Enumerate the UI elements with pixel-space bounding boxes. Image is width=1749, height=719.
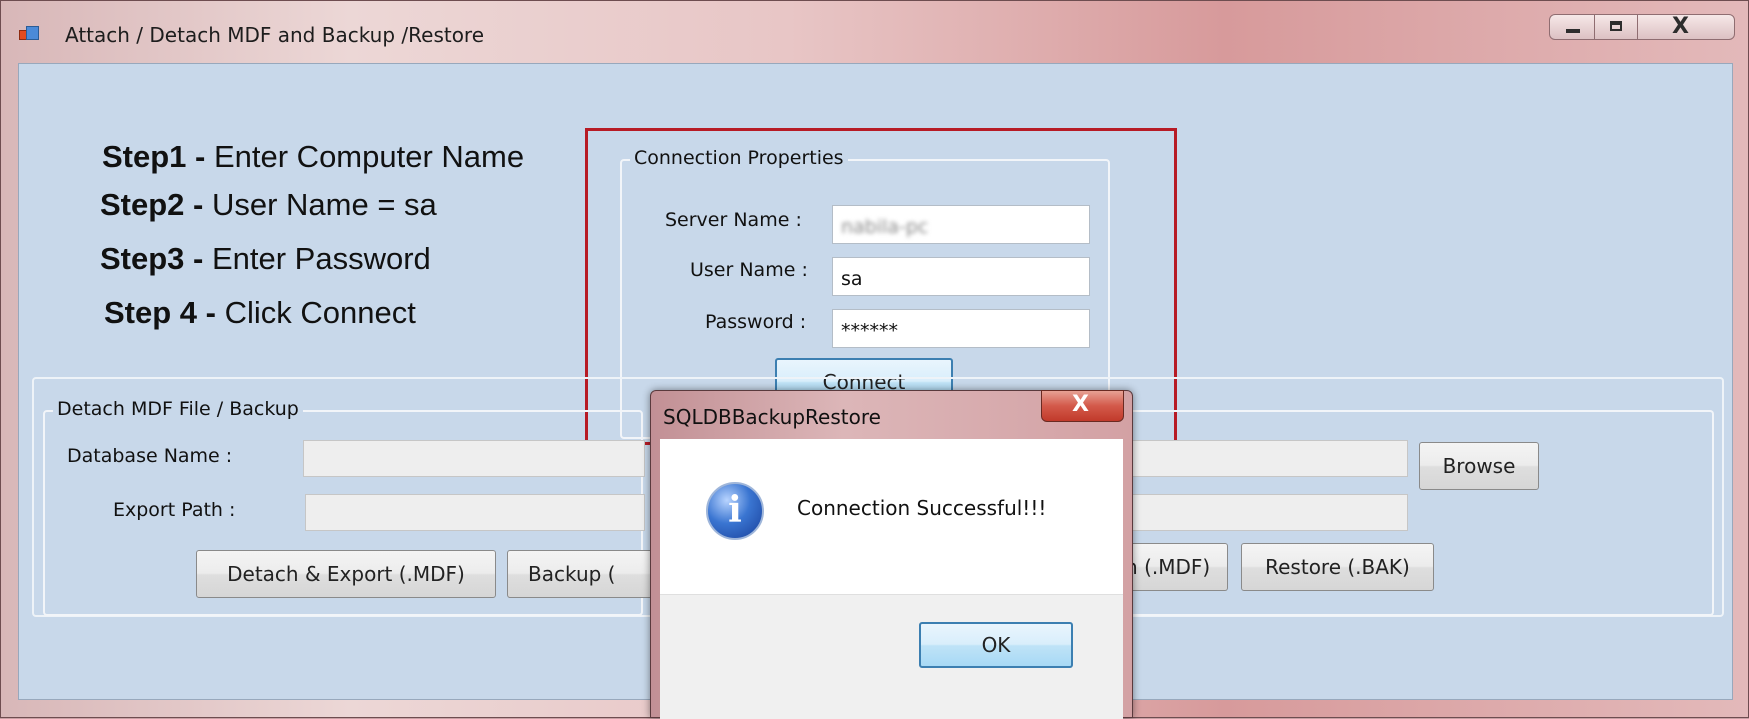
connection-group-title: Connection Properties	[630, 147, 848, 169]
close-window-button[interactable]: X	[1637, 14, 1735, 40]
password-label: Password :	[705, 311, 807, 333]
backup-button[interactable]: Backup (	[507, 550, 657, 598]
maximize-icon	[1610, 21, 1622, 31]
maximize-button[interactable]	[1594, 14, 1638, 40]
dialog-body: i Connection Successful!!!	[660, 439, 1123, 594]
close-icon: X	[1672, 14, 1689, 39]
dialog-message: Connection Successful!!!	[797, 496, 1047, 520]
app-icon	[19, 26, 39, 43]
step-1: Step1 - Enter Computer Name	[102, 139, 525, 174]
restore-bak-button[interactable]: Restore (.BAK)	[1241, 543, 1434, 591]
dialog-close-button[interactable]: X	[1041, 390, 1124, 422]
user-name-field[interactable]: sa	[832, 257, 1090, 296]
caption-buttons: X	[1549, 14, 1739, 48]
message-dialog: SQLDBBackupRestore X i Connection Succes…	[650, 390, 1133, 719]
attach-restore-group: tore Browse & Attach (.MDF) Restore (.BA…	[1034, 398, 1714, 616]
user-name-label: User Name :	[690, 259, 808, 281]
server-name-label: Server Name :	[665, 209, 802, 231]
dialog-footer: OK	[660, 594, 1123, 719]
window-title: Attach / Detach MDF and Backup /Restore	[65, 23, 485, 47]
export-path-field[interactable]	[305, 494, 645, 531]
step-3: Step3 - Enter Password	[100, 241, 431, 276]
detach-group-title: Detach MDF File / Backup	[53, 398, 303, 420]
minimize-button[interactable]	[1549, 14, 1595, 40]
ok-button[interactable]: OK	[919, 622, 1073, 668]
info-icon: i	[706, 482, 764, 540]
browse-button[interactable]: Browse	[1419, 442, 1539, 490]
export-path-label: Export Path :	[113, 499, 236, 521]
step-2: Step2 - User Name = sa	[100, 187, 437, 222]
dialog-title: SQLDBBackupRestore	[663, 405, 881, 429]
title-bar[interactable]: Attach / Detach MDF and Backup /Restore …	[1, 1, 1748, 63]
password-field[interactable]: ******	[832, 309, 1090, 348]
database-name-field[interactable]	[303, 440, 645, 477]
detach-group: Detach MDF File / Backup Database Name :…	[43, 398, 657, 616]
minimize-icon	[1566, 29, 1580, 33]
server-name-field[interactable]: nabila-pc	[832, 205, 1090, 244]
detach-export-button[interactable]: Detach & Export (.MDF)	[196, 550, 496, 598]
step-4: Step 4 - Click Connect	[104, 295, 416, 330]
close-icon: X	[1072, 392, 1089, 417]
database-name-label: Database Name :	[67, 445, 233, 467]
